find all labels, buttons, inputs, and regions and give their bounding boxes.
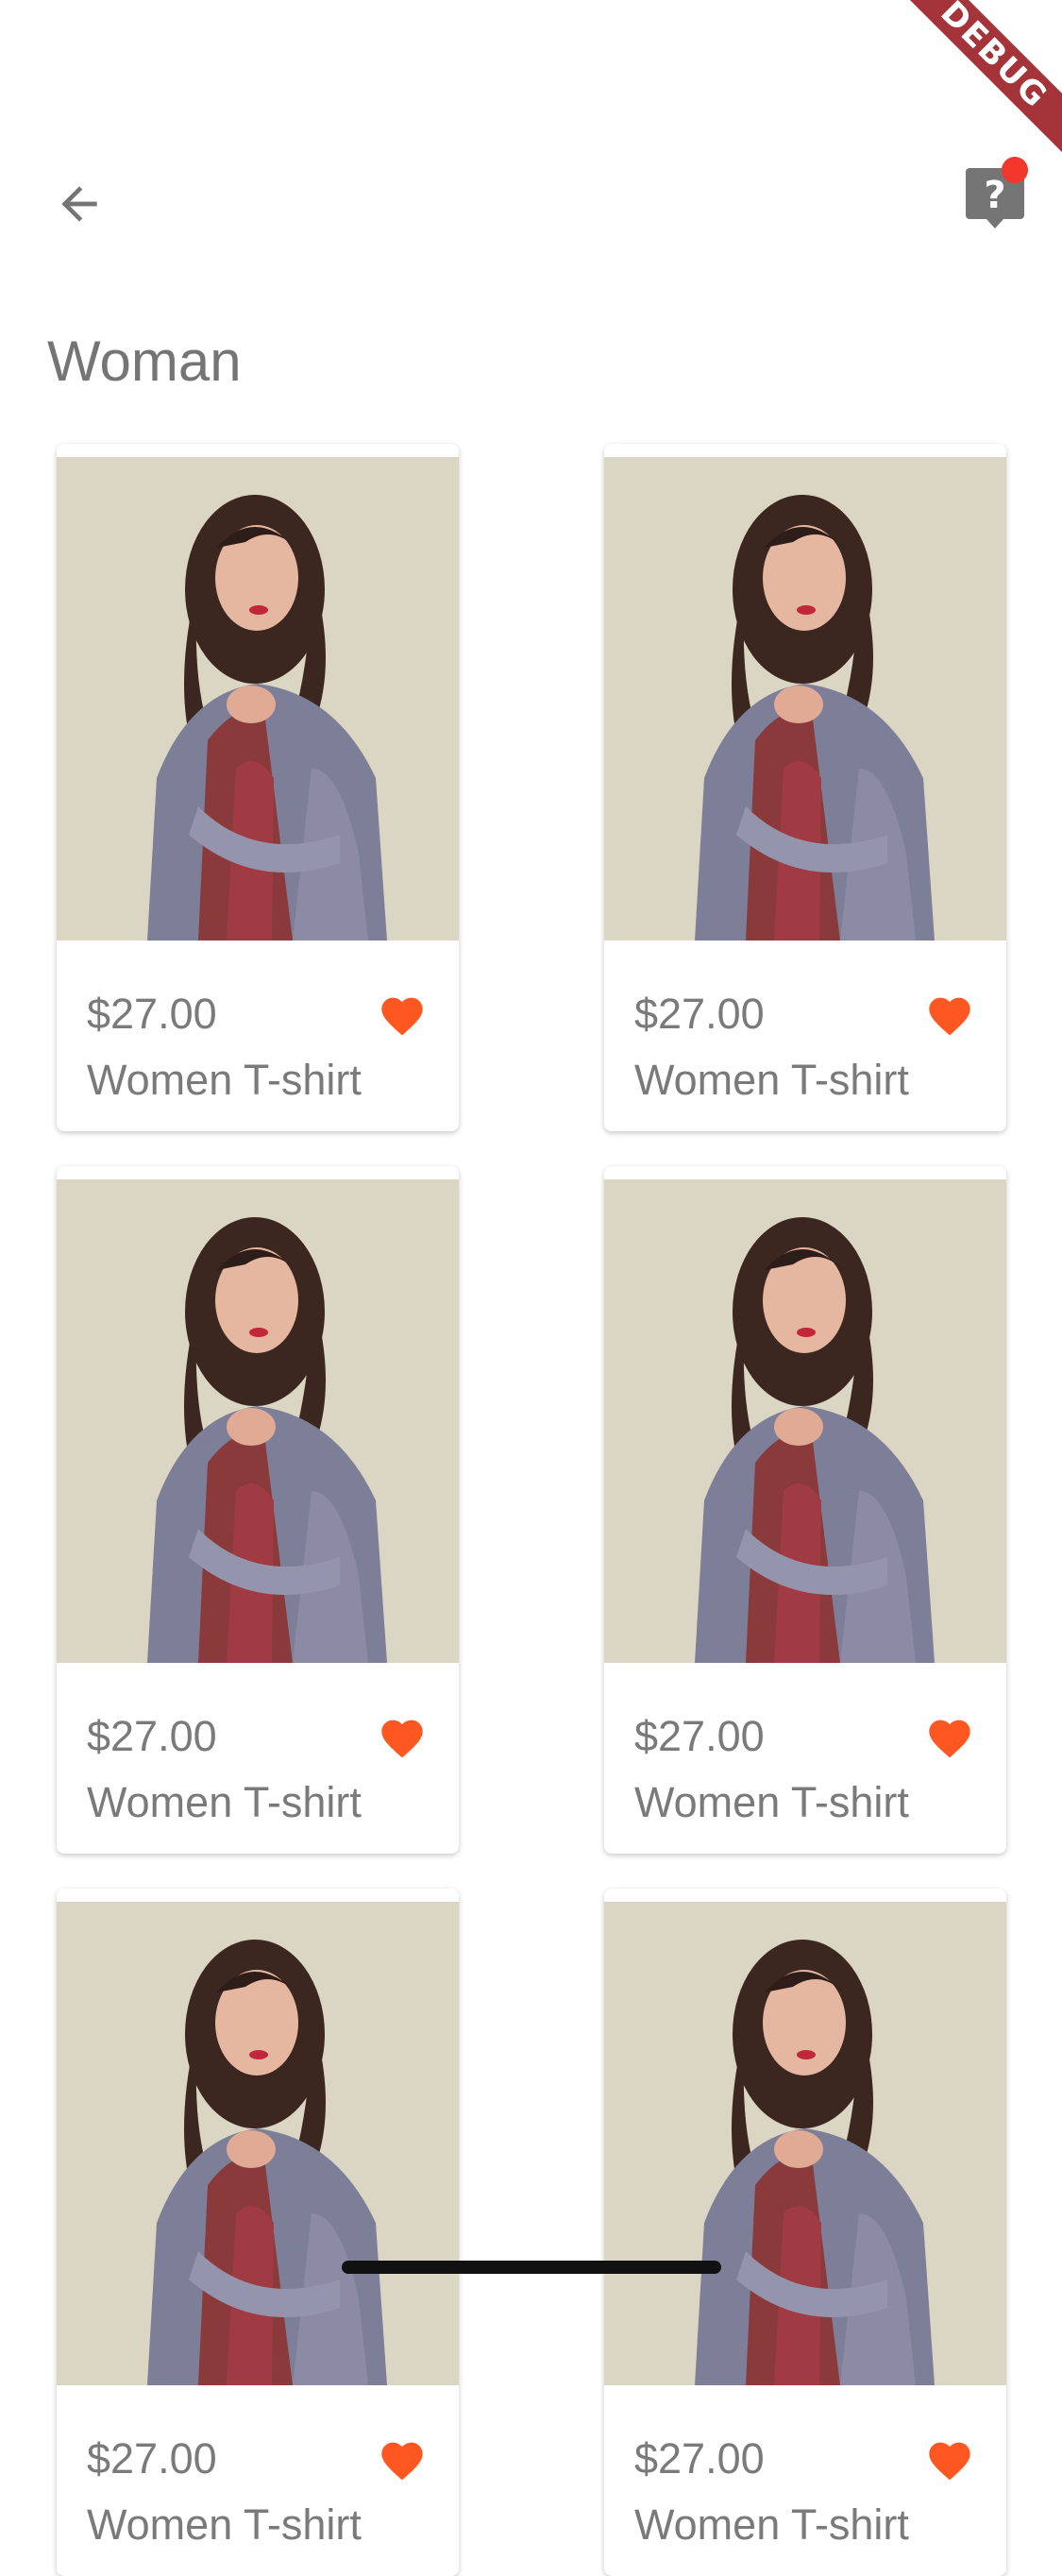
product-card[interactable]: $27.00 Women T-shirt — [57, 1166, 459, 1854]
product-price: $27.00 — [634, 1712, 765, 1760]
product-title: Women T-shirt — [87, 2500, 362, 2549]
product-card[interactable]: $27.00 Women T-shirt — [604, 1889, 1006, 2576]
back-button[interactable] — [45, 170, 113, 238]
product-card[interactable]: $27.00 Women T-shirt — [604, 1166, 1006, 1854]
home-indicator[interactable] — [342, 2261, 721, 2274]
product-card[interactable]: $27.00 Women T-shirt — [57, 444, 459, 1131]
product-title: Women T-shirt — [634, 1778, 909, 1826]
heart-icon[interactable] — [378, 2436, 427, 2482]
woman-photo — [604, 457, 1006, 941]
product-card[interactable]: $27.00 Women T-shirt — [57, 1889, 459, 2576]
help-button[interactable]: ? — [958, 157, 1034, 232]
product-price: $27.00 — [87, 1712, 217, 1760]
heart-icon[interactable] — [925, 991, 974, 1037]
product-title: Women T-shirt — [87, 1056, 362, 1104]
product-image — [57, 1179, 459, 1663]
debug-banner-label: DEBUG — [892, 0, 1062, 157]
woman-photo — [57, 1179, 459, 1663]
product-price: $27.00 — [87, 990, 217, 1038]
arrow-back-icon — [61, 186, 97, 222]
product-image — [604, 1179, 1006, 1663]
product-title: Women T-shirt — [634, 2500, 909, 2549]
heart-icon[interactable] — [925, 2436, 974, 2482]
heart-icon[interactable] — [378, 1714, 427, 1759]
product-card[interactable]: $27.00 Women T-shirt — [604, 444, 1006, 1131]
woman-photo — [604, 1179, 1006, 1663]
product-price: $27.00 — [634, 990, 765, 1038]
woman-photo — [57, 457, 459, 941]
product-title: Women T-shirt — [634, 1056, 909, 1104]
product-grid: $27.00 Women T-shirt $27.00 Women T-shir… — [57, 444, 1006, 2576]
product-image — [57, 1902, 459, 2385]
product-image — [57, 457, 459, 941]
product-price: $27.00 — [87, 2434, 217, 2483]
notification-dot — [1002, 157, 1028, 183]
heart-icon[interactable] — [925, 1714, 974, 1759]
svg-text:?: ? — [984, 174, 1005, 217]
woman-photo — [604, 1902, 1006, 2385]
product-image — [604, 457, 1006, 941]
product-title: Women T-shirt — [87, 1778, 362, 1826]
product-price: $27.00 — [634, 2434, 765, 2483]
page-title: Woman — [47, 330, 242, 393]
heart-icon[interactable] — [378, 991, 427, 1037]
product-image — [604, 1902, 1006, 2385]
woman-photo — [57, 1902, 459, 2385]
